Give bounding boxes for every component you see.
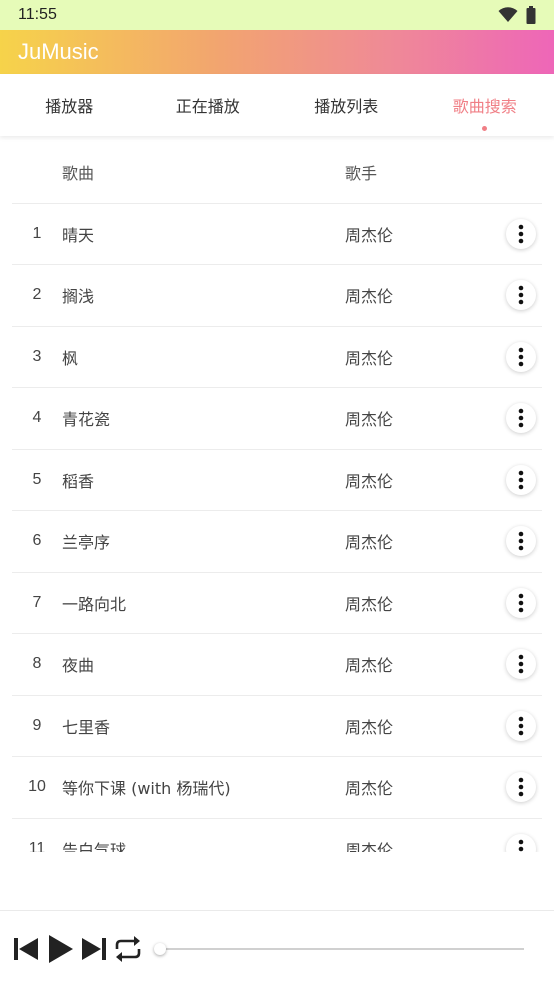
more-options-button[interactable] [506, 464, 536, 495]
previous-button[interactable] [12, 935, 40, 963]
song-artist: 周杰伦 [345, 287, 394, 307]
table-row[interactable]: 4 青花瓷 周杰伦 [12, 388, 542, 450]
tab-label: 歌曲搜索 [452, 97, 517, 116]
more-options-button[interactable] [506, 710, 536, 741]
song-title: 一路向北 [62, 594, 127, 614]
song-title: 等你下课 (with 杨瑞代) [62, 779, 231, 799]
skip-next-icon [82, 937, 106, 960]
more-vertical-icon [518, 839, 524, 852]
more-vertical-icon [518, 593, 524, 613]
repeat-button[interactable] [112, 935, 144, 963]
song-title: 青花瓷 [62, 410, 111, 430]
tab-now-playing[interactable]: 正在播放 [139, 74, 278, 136]
tab-player[interactable]: 播放器 [0, 74, 139, 136]
table-row[interactable]: 3 枫 周杰伦 [12, 327, 542, 388]
more-vertical-icon [518, 716, 524, 736]
song-artist: 周杰伦 [345, 348, 394, 368]
table-row[interactable]: 5 稻香 周杰伦 [12, 450, 542, 511]
status-bar: 11:55 [0, 0, 554, 30]
progress-track [154, 947, 524, 950]
song-artist: 周杰伦 [345, 594, 394, 614]
more-vertical-icon [518, 224, 524, 244]
app-title: JuMusic [18, 39, 99, 64]
more-options-button[interactable] [506, 341, 536, 372]
app-bar: JuMusic [0, 30, 554, 74]
tab-label: 播放器 [45, 97, 94, 116]
status-icons [498, 6, 536, 24]
tab-label: 正在播放 [175, 97, 240, 116]
song-number: 10 [28, 778, 46, 796]
song-number: 8 [32, 655, 42, 673]
play-button[interactable] [44, 933, 76, 965]
status-time: 11:55 [18, 6, 57, 23]
tab-song-search[interactable]: 歌曲搜索 [416, 74, 554, 136]
more-vertical-icon [518, 654, 524, 674]
song-number: 3 [32, 347, 42, 365]
song-title: 夜曲 [62, 656, 95, 676]
table-row[interactable]: 7 一路向北 周杰伦 [12, 573, 542, 634]
more-vertical-icon [518, 470, 524, 490]
song-artist: 周杰伦 [345, 656, 394, 676]
song-artist: 周杰伦 [345, 225, 394, 245]
tab-label: 播放列表 [314, 97, 379, 116]
skip-previous-icon [14, 937, 38, 960]
song-number: 4 [32, 409, 42, 427]
more-options-button[interactable] [506, 280, 536, 311]
more-options-button[interactable] [506, 403, 536, 434]
tab-playlist[interactable]: 播放列表 [277, 74, 416, 136]
repeat-icon [115, 935, 141, 962]
play-icon [49, 934, 73, 963]
more-vertical-icon [518, 285, 524, 305]
header-title: 歌曲 [62, 164, 95, 184]
more-options-button[interactable] [506, 772, 536, 803]
table-row[interactable]: 2 搁浅 周杰伦 [12, 265, 542, 327]
more-vertical-icon [518, 531, 524, 551]
table-row[interactable]: 10 等你下课 (with 杨瑞代) 周杰伦 [12, 757, 542, 819]
progress-slider[interactable] [154, 939, 524, 959]
more-options-button[interactable] [506, 587, 536, 618]
song-number: 2 [32, 286, 42, 304]
song-number: 1 [32, 224, 42, 242]
song-number: 7 [32, 593, 42, 611]
active-tab-indicator [482, 126, 488, 131]
song-artist: 周杰伦 [345, 471, 394, 491]
song-number: 6 [32, 532, 42, 550]
progress-thumb[interactable] [154, 942, 166, 955]
song-number: 5 [32, 470, 42, 488]
song-artist: 周杰伦 [345, 779, 394, 799]
battery-icon [526, 6, 536, 24]
song-artist: 周杰伦 [345, 533, 394, 553]
song-artist: 周杰伦 [345, 717, 394, 737]
more-options-button[interactable] [506, 649, 536, 680]
table-row[interactable]: 8 夜曲 周杰伦 [12, 634, 542, 696]
header-artist: 歌手 [345, 164, 378, 184]
more-vertical-icon [518, 408, 524, 428]
table-header: 歌曲 歌手 [12, 142, 542, 204]
song-title: 七里香 [62, 717, 111, 737]
table-row[interactable]: 9 七里香 周杰伦 [12, 696, 542, 757]
song-title: 兰亭序 [62, 533, 111, 553]
table-row[interactable]: 11 告白气球 周杰伦 [12, 819, 542, 852]
song-table: 歌曲 歌手 1 晴天 周杰伦 2 搁浅 周杰伦 3 枫周杰伦 4 青花瓷 周杰伦 5 稻香 周杰伦 6 兰亭序… [12, 142, 542, 852]
next-button[interactable] [80, 935, 108, 963]
more-options-button[interactable] [506, 526, 536, 557]
song-title: 稻香 [62, 471, 95, 491]
tab-bar: 播放器 正在播放 播放列表 歌曲搜索 [0, 74, 554, 136]
more-vertical-icon [518, 777, 524, 797]
wifi-icon [498, 7, 518, 22]
table-row[interactable]: 1 晴天 周杰伦 [12, 204, 542, 265]
more-options-button[interactable] [506, 218, 536, 249]
player-bar [0, 910, 554, 986]
more-vertical-icon [518, 347, 524, 367]
song-title: 枫 [62, 348, 79, 368]
more-options-button[interactable] [506, 833, 536, 852]
song-number: 11 [28, 839, 46, 852]
song-title: 搁浅 [62, 287, 95, 307]
song-artist: 周杰伦 [345, 410, 394, 430]
table-row[interactable]: 6 兰亭序 周杰伦 [12, 511, 542, 573]
song-artist: 周杰伦 [345, 840, 394, 852]
song-number: 9 [32, 716, 42, 734]
song-title: 告白气球 [62, 840, 127, 852]
song-title: 晴天 [62, 225, 95, 245]
